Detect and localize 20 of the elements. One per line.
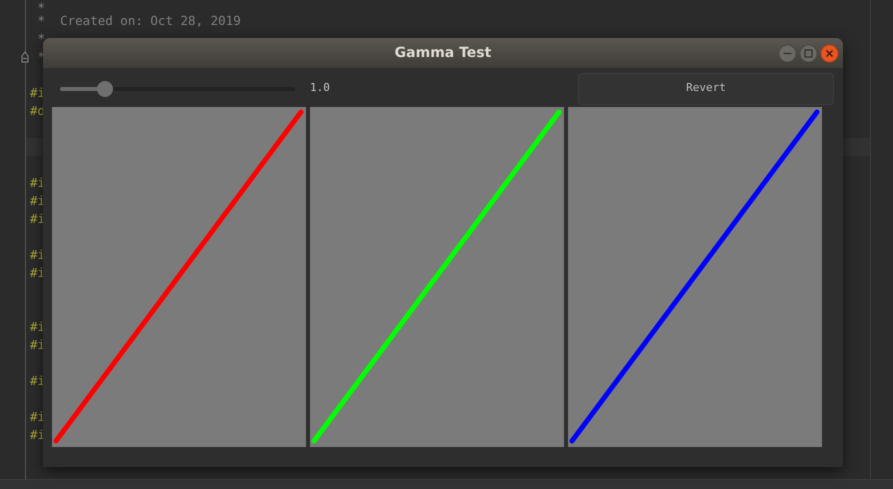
code-line: #i [30, 408, 46, 426]
close-button[interactable] [820, 44, 839, 63]
revert-button[interactable]: Revert [578, 72, 834, 104]
code-line: #i [30, 210, 46, 228]
maximize-button[interactable] [799, 44, 818, 63]
code-line: #i [30, 372, 46, 390]
code-line: #i [30, 426, 46, 444]
window-title: Gamma Test [394, 44, 492, 62]
gamma-value: 1.0 [310, 80, 330, 96]
code-line: #i [30, 336, 46, 354]
code-line: #i [30, 174, 46, 192]
gamma-slider[interactable] [60, 80, 295, 96]
code-line: #i [30, 84, 46, 102]
code-line: * [36, 30, 46, 48]
code-line: #i [30, 246, 46, 264]
code-line: #i [30, 192, 46, 210]
code-line: #i [30, 318, 46, 336]
minimize-button[interactable] [778, 44, 797, 63]
code-line: #i [30, 264, 46, 282]
fold-icon[interactable] [20, 51, 30, 64]
